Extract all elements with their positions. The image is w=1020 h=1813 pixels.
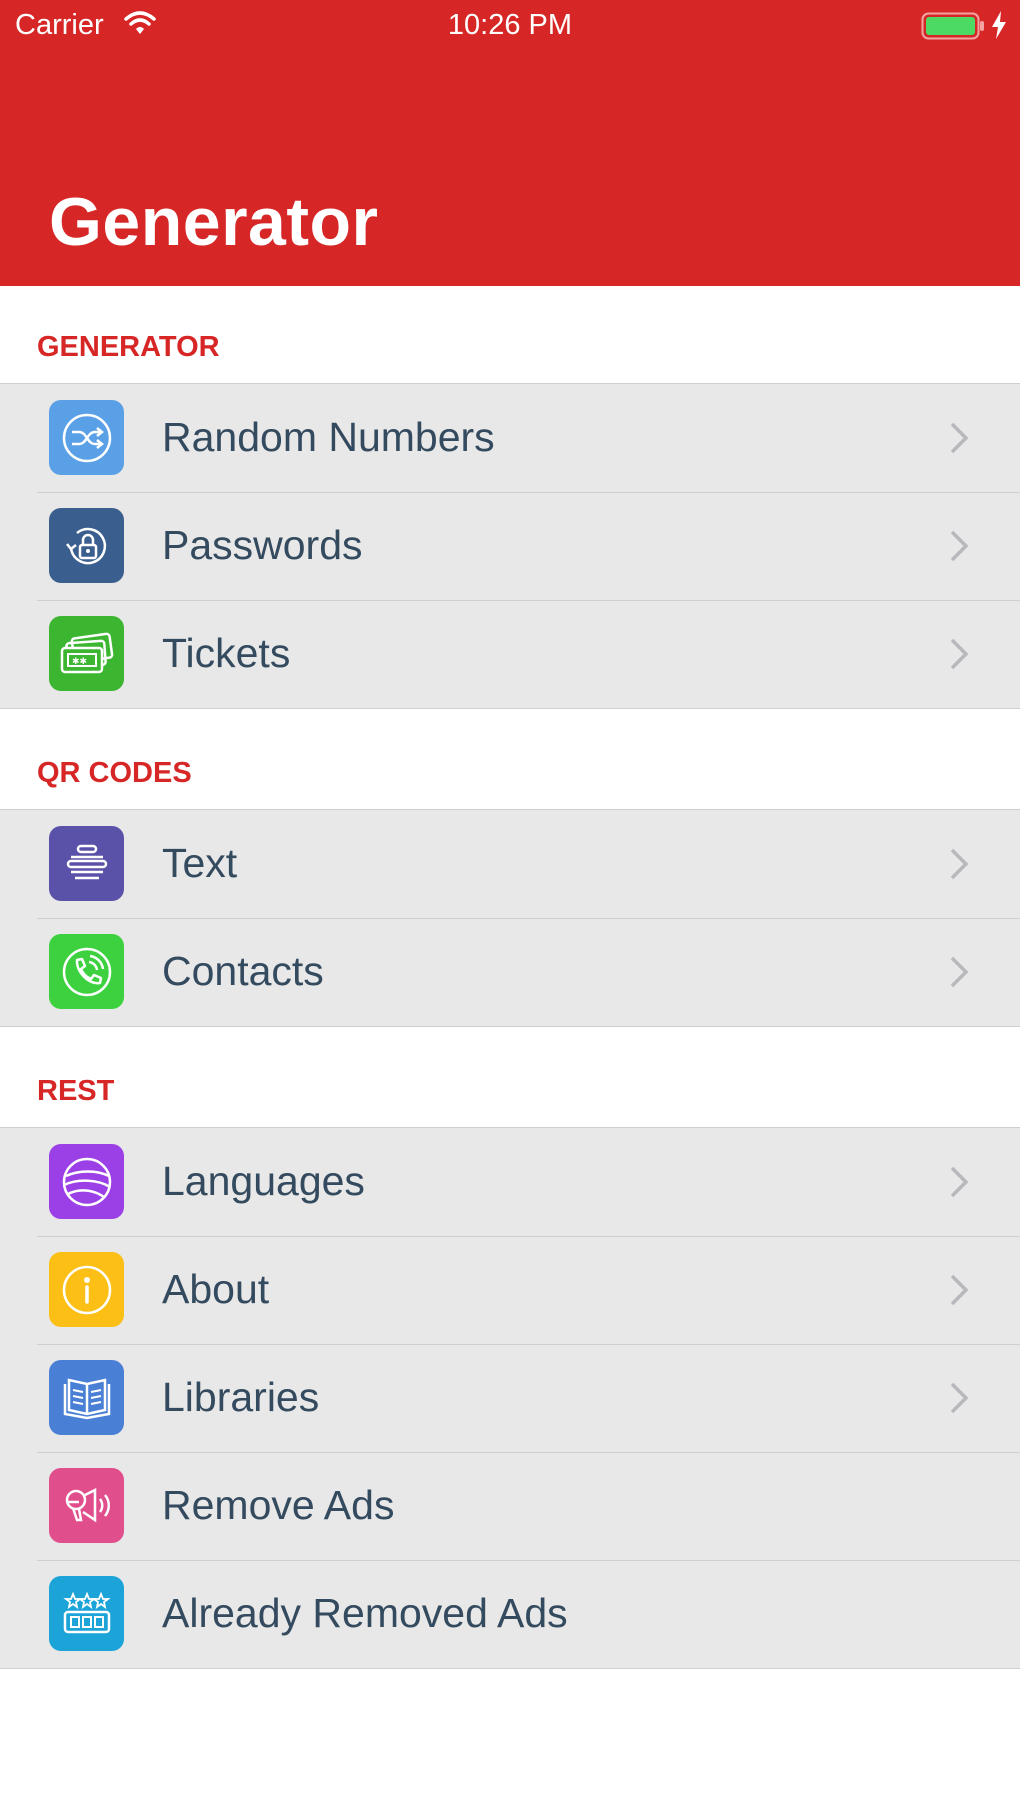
list-item-passwords[interactable]: Passwords	[0, 492, 1020, 600]
list-item-label: Contacts	[162, 948, 324, 994]
list-item-label: Remove Ads	[162, 1482, 395, 1528]
section-generator-list: Random Numbers Passwords ✱✱ Tickets	[0, 383, 1020, 709]
list-item-contacts[interactable]: Contacts	[0, 918, 1020, 1026]
chevron-right-icon	[950, 530, 969, 562]
section-header-generator: GENERATOR	[37, 331, 220, 363]
svg-text:✱✱: ✱✱	[72, 657, 87, 667]
shuffle-icon	[49, 400, 124, 475]
status-bar: Carrier 10:26 PM	[0, 0, 1020, 52]
chevron-right-icon	[950, 956, 969, 988]
list-item-random-numbers[interactable]: Random Numbers	[0, 384, 1020, 492]
list-item-about[interactable]: About	[0, 1236, 1020, 1344]
tickets-icon: ✱✱	[49, 616, 124, 691]
list-item-languages[interactable]: Languages	[0, 1128, 1020, 1236]
list-item-label: Text	[162, 840, 238, 886]
lock-rotate-icon	[49, 508, 124, 583]
chevron-right-icon	[950, 1166, 969, 1198]
list-item-tickets[interactable]: ✱✱ Tickets	[0, 600, 1020, 708]
section-header-qr-codes: QR CODES	[37, 757, 192, 789]
battery-icon	[921, 12, 984, 40]
list-item-text[interactable]: Text	[0, 810, 1020, 918]
phone-icon	[49, 934, 124, 1009]
list-item-label: Random Numbers	[162, 414, 495, 460]
info-icon	[49, 1252, 124, 1327]
section-header-rest: REST	[37, 1075, 115, 1107]
chevron-right-icon	[950, 848, 969, 880]
chevron-right-icon	[950, 1382, 969, 1414]
book-icon	[49, 1360, 124, 1435]
list-item-label: Languages	[162, 1158, 365, 1204]
chevron-right-icon	[950, 422, 969, 454]
list-item-label: Passwords	[162, 522, 363, 568]
charging-bolt-icon	[992, 11, 1006, 39]
list-item-libraries[interactable]: Libraries	[0, 1344, 1020, 1452]
text-lines-icon	[49, 826, 124, 901]
chevron-right-icon	[950, 638, 969, 670]
status-time: 10:26 PM	[447, 9, 573, 41]
list-item-remove-ads[interactable]: Remove Ads	[0, 1452, 1020, 1560]
section-rest-list: Languages About Libraries Remove Ads Alr…	[0, 1127, 1020, 1669]
list-item-label: Libraries	[162, 1374, 320, 1420]
page-title: Generator	[49, 184, 379, 260]
navigation-bar: Carrier 10:26 PM Generator	[0, 0, 1020, 286]
section-qr-codes-list: Text Contacts	[0, 809, 1020, 1027]
chevron-right-icon	[950, 1274, 969, 1306]
list-item-label: Already Removed Ads	[162, 1590, 568, 1636]
list-item-label: Tickets	[162, 630, 291, 676]
globe-icon	[49, 1144, 124, 1219]
list-item-label: About	[162, 1266, 270, 1312]
list-item-already-removed-ads[interactable]: Already Removed Ads	[0, 1560, 1020, 1668]
rating-stars-icon	[49, 1576, 124, 1651]
megaphone-icon	[49, 1468, 124, 1543]
